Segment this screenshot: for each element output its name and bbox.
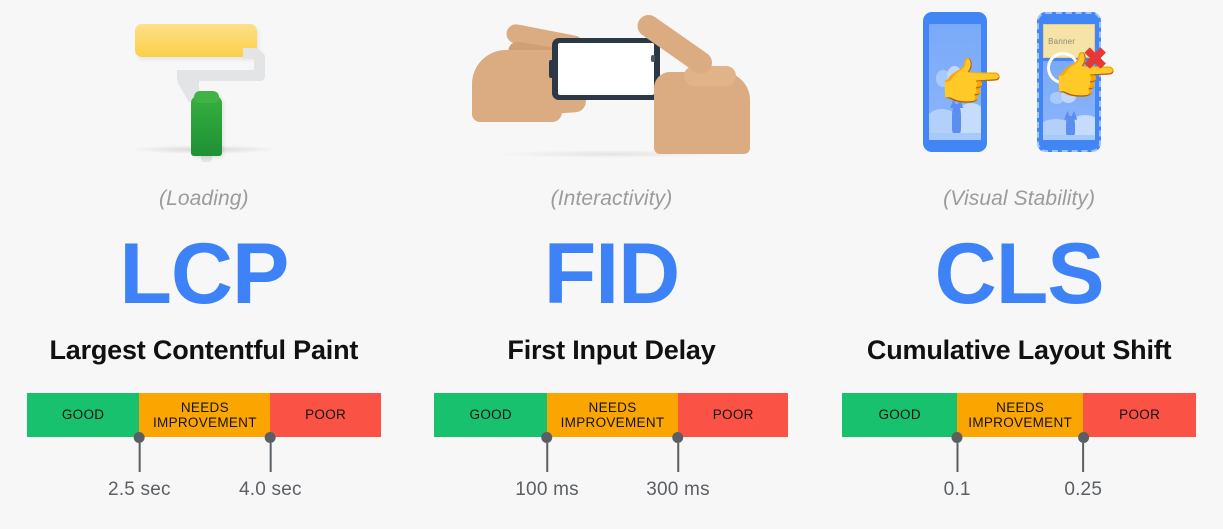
layout-shift-icon: Banner 👉 👉 ✖ [911,8,1127,164]
metric-category-label: (Visual Stability) [943,187,1096,210]
roller-head [134,24,257,57]
paint-roller-illustration [0,0,408,172]
rating-segment-needs: NEEDS IMPROVEMENT [957,393,1084,437]
threshold-pins: 2.5 sec 4.0 sec [27,432,381,512]
metric-category-label: (Loading) [159,187,249,210]
threshold-pin: 4.0 sec [239,432,302,501]
threshold-label: 0.1 [943,479,971,500]
rating-bar-track: GOOD NEEDS IMPROVEMENT POOR [842,393,1197,437]
grass-strip [1043,135,1096,140]
rating-segment-poor: POOR [1083,393,1197,437]
metric-fullname: First Input Delay [507,335,716,365]
threshold-label: 2.5 sec [108,479,171,500]
rating-bar-cls: GOOD NEEDS IMPROVEMENT POOR 0.1 0.25 [842,393,1197,500]
pin-stem [546,443,549,472]
roller-grip [190,91,222,156]
pin-dot-icon [264,432,276,443]
paint-roller-icon [119,10,289,162]
rating-bar-track: GOOD NEEDS IMPROVEMENT POOR [26,393,381,437]
pin-stem [1082,443,1085,472]
cat-icon [1066,115,1076,136]
threshold-label: 4.0 sec [239,479,302,500]
threshold-pin: 2.5 sec [108,432,171,501]
threshold-pin: 100 ms [515,432,579,501]
rating-bar-track: GOOD NEEDS IMPROVEMENT POOR [434,393,789,437]
pin-dot-icon [133,432,145,443]
threshold-pins: 0.1 0.25 [842,432,1196,512]
error-x-icon: ✖ [1082,43,1108,76]
core-web-vitals-infographic: (Loading) LCP Largest Contentful Paint G… [0,0,1223,529]
rating-segment-needs: NEEDS IMPROVEMENT [547,393,679,437]
hands-phone-icon [472,10,751,158]
threshold-pins: 100 ms 300 ms [434,432,788,512]
threshold-label: 100 ms [515,479,579,500]
phone-side-button-icon [549,60,554,78]
pin-dot-icon [1077,432,1089,443]
grass-strip [929,133,982,140]
metric-fullname: Largest Contentful Paint [49,335,359,365]
pointing-hand-icon: 👉 [939,55,1004,113]
metric-acronym: LCP [119,226,289,322]
metric-acronym: FID [543,226,681,322]
rating-segment-good: GOOD [842,393,958,437]
pin-dot-icon [672,432,684,443]
rating-bar-fid: GOOD NEEDS IMPROVEMENT POOR 100 ms 300 ms [434,393,789,500]
pin-stem [138,443,141,472]
metric-acronym: CLS [934,226,1105,322]
metric-panel-lcp: (Loading) LCP Largest Contentful Paint G… [0,0,408,529]
rating-segment-poor: POOR [678,393,789,437]
layout-shift-illustration: Banner 👉 👉 ✖ [815,0,1223,172]
pin-dot-icon [541,432,553,443]
right-hand-icon [620,10,751,154]
threshold-pin: 300 ms [646,432,710,501]
pin-stem [269,443,272,472]
metric-panel-cls: Banner 👉 👉 ✖ (Visual Stability) CLS Cumu… [815,0,1223,529]
rating-segment-poor: POOR [270,393,381,437]
metric-panel-fid: (Interactivity) FID First Input Delay GO… [408,0,816,529]
rating-bar-lcp: GOOD NEEDS IMPROVEMENT POOR 2.5 sec 4.0 s… [26,393,381,500]
metric-category-label: (Interactivity) [550,187,673,210]
threshold-pin: 0.1 [943,432,971,501]
rating-segment-good: GOOD [26,393,140,437]
pin-dot-icon [951,432,963,443]
threshold-label: 300 ms [646,479,710,500]
rating-segment-good: GOOD [434,393,548,437]
metric-fullname: Cumulative Layout Shift [866,335,1172,365]
threshold-pin: 0.25 [1064,432,1103,501]
rating-segment-needs: NEEDS IMPROVEMENT [139,393,271,437]
hand-tapping-phone-illustration [408,0,816,172]
pin-stem [956,443,959,472]
threshold-label: 0.25 [1064,479,1103,500]
pin-stem [677,443,680,472]
